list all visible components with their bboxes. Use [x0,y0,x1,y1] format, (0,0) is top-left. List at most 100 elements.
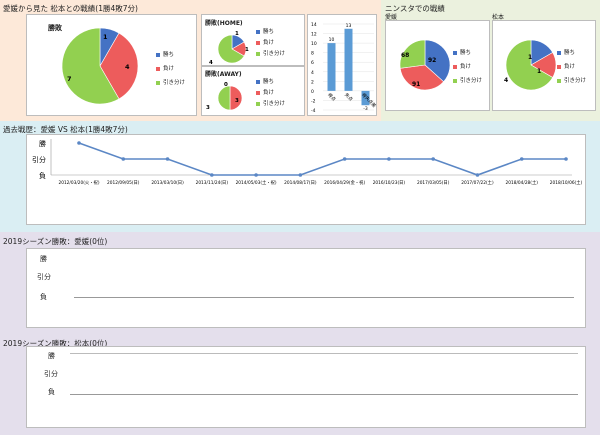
season-ehime-ylabel-lose: 負 [40,293,47,301]
season-matsumoto-ylabel-lose: 負 [48,388,55,396]
goals-ytick: 4 [311,70,314,76]
main-legend-lose: 負け [156,64,174,72]
history-date-label: 2016/04/29(金・祝) [324,179,365,186]
ninsta-ehime-legend-win: 勝ち [453,48,471,56]
ninsta-ehime-pie: 92 91 68 [399,39,451,91]
history-ylabel-win: 勝 [39,139,46,148]
away-legend-draw: 引き分け [256,99,285,107]
season-matsumoto-axis [70,353,578,354]
season-ehime-section: 2019シーズン勝敗：愛媛(0位) 勝 引分 負 [0,232,600,334]
history-ylabel-draw: 引分 [32,155,46,164]
history-point [298,173,303,177]
season-matsumoto-ylabel-draw: 引分 [44,370,58,378]
main-legend-draw: 引き分け [156,78,185,86]
season-ehime-ylabel-draw: 引分 [37,273,51,281]
goals-ytick: -4 [311,108,316,114]
history-point [431,157,435,161]
history-point [210,173,214,177]
away-record-card: 勝敗(AWAY) 0 3 3 勝ち 負け 引き分け [201,66,305,116]
season-matsumoto-section: 2019シーズン勝敗：松本(0位) 勝 引分 負 [0,334,600,435]
history-date-label: 2014/05/03(土・祝) [236,179,277,186]
history-date-label: 2018/04/28(土) [506,179,539,186]
ninsta-matsumoto-legend-win: 勝ち [557,48,575,56]
history-point [519,157,524,161]
history-date-label: 2018/10/06(土) [550,179,583,186]
home-pie-label-lose: 1 [245,47,249,53]
goals-category-label: 得点 [326,91,338,103]
ninsta-matsumoto-card: 1 1 4 勝ち 負け 引き分け [492,20,596,111]
ninsta-matsumoto-pie: 1 1 4 [504,39,557,91]
goals-bar-label: 10 [329,37,335,43]
away-pie-label-win: 0 [224,82,228,88]
goals-ytick: 14 [311,22,317,28]
goals-ytick: 6 [311,60,314,66]
home-pie-chart: 1 1 4 [209,31,249,66]
ninsta-ehime-label-win: 92 [428,57,436,64]
ninsta-matsumoto-label-lose: 1 [537,68,541,75]
history-point [121,157,126,161]
home-legend-draw: 引き分け [256,49,285,57]
goals-card: 14 12 10 8 6 4 2 0 -2 -4 10 得点 13 失点 -3 得失点差 [307,14,378,116]
season-ehime-ylabel-win: 勝 [40,255,47,263]
history-date-label: 2012/09/05(日) [107,180,140,186]
season-ehime-title: 2019シーズン勝敗：愛媛(0位) [3,237,108,246]
goals-ytick: 2 [311,79,314,85]
history-section: 過去戦歴：愛媛 VS 松本(1勝4敗7分) 勝引分負 2012/03/20(火・祝… [0,121,600,232]
goals-bar [327,43,336,91]
history-line-chart: 勝引分負 2012/03/20(火・祝) 2012/09/05(日) 2013/03/… [32,139,583,186]
away-legend-win: 勝ち [256,77,274,85]
goals-bar-label: 13 [346,23,352,29]
history-point [165,157,170,161]
history-date-label: 2016/10/23(日) [373,180,406,186]
home-pie-label-win: 1 [235,31,239,37]
goals-bar-chart: 14121086420-2-410得点13失点-3得失点差 [311,22,378,114]
ninsta-ehime-legend-lose: 負け [453,62,471,70]
history-date-label: 2017/03/05(日) [417,180,450,186]
ninsta-section: ニンスタでの戦績 愛媛 松本 92 91 68 勝ち 負け 引き分け 1 1 4… [381,0,600,121]
away-pie-label-draw: 3 [206,105,210,111]
home-legend-lose: 負け [256,38,274,46]
history-point [254,173,258,177]
goals-ytick: 10 [311,41,317,47]
home-record-card: 勝敗(HOME) 1 1 4 勝ち 負け 引き分け [201,14,305,66]
season-matsumoto-axis-bottom [70,394,578,395]
history-ylabel-lose: 負 [39,171,46,180]
history-point [387,157,391,161]
goals-category-label: 失点 [343,91,355,103]
ninsta-matsumoto-label-draw: 4 [504,77,508,84]
season-matsumoto-ylabel-win: 勝 [48,352,55,360]
history-date-label: 2013/11/24(日) [196,180,229,186]
away-pie-slice-draw [217,85,231,111]
main-pie-label-win: 1 [103,33,108,41]
history-date-label: 2014/08/17(日) [284,180,317,186]
ninsta-ehime-label-draw: 68 [401,52,409,59]
history-line [78,142,566,176]
away-pie-label-lose: 3 [235,98,239,104]
goals-bar-label: -3 [363,106,368,112]
goals-bar [344,28,353,91]
ninsta-ehime-label-lose: 91 [412,81,420,88]
season-matsumoto-card: 勝 引分 負 [26,346,586,428]
home-legend-win: 勝ち [256,27,274,35]
main-pie-label-lose: 4 [125,63,130,71]
goals-ytick: 0 [311,89,314,95]
history-point [77,141,81,145]
history-date-label: 2017/07/22(土) [461,179,494,186]
goals-ytick: -2 [311,98,316,104]
away-pie-chart: 0 3 3 [206,82,243,111]
ninsta-ehime-card: 92 91 68 勝ち 負け 引き分け [385,20,490,111]
history-point [475,173,480,177]
goals-ytick: 12 [311,32,317,38]
ninsta-matsumoto-label-win: 1 [528,54,532,61]
record-section-title: 愛媛から見た 松本との戦績(1勝4敗7分) [3,4,138,13]
season-ehime-axis [74,297,574,298]
history-point [564,157,568,161]
history-point [342,157,347,161]
ninsta-matsumoto-legend-draw: 引き分け [557,76,586,84]
history-date-label: 2012/03/20(火・祝) [58,179,99,186]
ninsta-matsumoto-legend-lose: 負け [557,62,575,70]
season-ehime-card: 勝 引分 負 [26,248,586,328]
main-pie-label-draw: 7 [67,75,72,83]
goals-ytick: 8 [311,51,314,57]
history-card: 勝引分負 2012/03/20(火・祝) 2012/09/05(日) 2013/03/… [26,134,586,225]
